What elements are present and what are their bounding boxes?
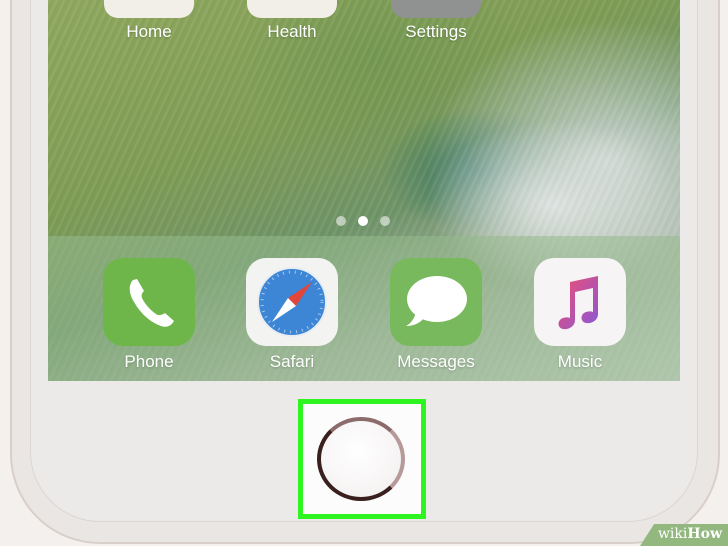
health-app-icon[interactable] [247, 0, 337, 18]
music-note-icon[interactable] [534, 258, 626, 346]
dock-app-messages-label: Messages [397, 352, 475, 371]
wikihow-logo: wikiHow [657, 526, 722, 542]
home-screen: Home Health Settings Phone Safari Messag… [48, 0, 680, 381]
dock-app-music[interactable]: Music [530, 258, 630, 372]
dock: Phone Safari Messages Music [48, 236, 680, 381]
app-home-label: Home [126, 22, 172, 41]
page-dot [380, 216, 390, 226]
app-settings-label: Settings [405, 22, 467, 41]
home-button[interactable] [317, 417, 405, 501]
page-dot [336, 216, 346, 226]
dock-app-safari[interactable]: Safari [242, 258, 342, 372]
dock-app-music-label: Music [557, 352, 603, 371]
speech-bubble-icon[interactable] [390, 258, 482, 346]
top-app-row: Home Health Settings [48, 0, 680, 60]
compass-icon[interactable] [246, 258, 338, 346]
app-settings[interactable]: Settings [391, 0, 481, 42]
dock-app-phone-label: Phone [124, 352, 174, 371]
app-home[interactable]: Home [104, 0, 194, 42]
page-dot-active [358, 216, 368, 226]
phone-icon[interactable] [103, 258, 195, 346]
page-indicator[interactable] [328, 216, 408, 228]
dock-app-messages[interactable]: Messages [386, 258, 486, 372]
home-button-highlight [298, 399, 426, 519]
home-app-icon[interactable] [104, 0, 194, 18]
dock-app-safari-label: Safari [269, 352, 315, 371]
settings-gear-icon[interactable] [391, 0, 481, 18]
app-health-label: Health [267, 22, 317, 41]
app-health[interactable]: Health [247, 0, 337, 42]
dock-app-phone[interactable]: Phone [99, 258, 199, 372]
